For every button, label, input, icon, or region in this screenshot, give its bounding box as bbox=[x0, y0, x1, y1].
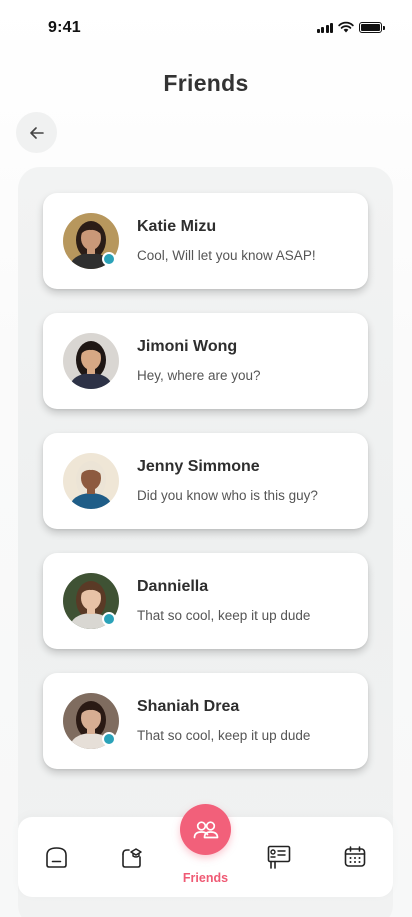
bottom-nav: Friends bbox=[18, 804, 393, 897]
avatar-photo bbox=[63, 333, 119, 389]
nav-friends-label: Friends bbox=[182, 871, 229, 885]
back-button[interactable] bbox=[16, 112, 57, 153]
nav-board[interactable] bbox=[266, 844, 292, 870]
friend-card[interactable]: Shaniah Drea That so cool, keep it up dud… bbox=[43, 673, 368, 769]
friend-message: Did you know who is this guy? bbox=[137, 488, 318, 503]
friend-card[interactable]: Jenny Simmone Did you know who is this gu… bbox=[43, 433, 368, 529]
board-icon bbox=[267, 845, 291, 869]
calendar-icon bbox=[344, 846, 366, 867]
battery-icon bbox=[359, 21, 385, 33]
friend-name: Danniella bbox=[137, 578, 209, 595]
friend-message: Hey, where are you? bbox=[137, 368, 261, 383]
online-status-dot bbox=[102, 732, 116, 746]
page-title: Friends bbox=[163, 70, 249, 96]
friend-card[interactable]: Jimoni Wong Hey, where are you? bbox=[43, 313, 368, 409]
store-icon bbox=[121, 847, 142, 868]
signal-icon bbox=[316, 22, 333, 33]
friend-message: That so cool, keep it up dude bbox=[137, 728, 311, 743]
status-icons bbox=[316, 21, 385, 33]
nav-calendar[interactable] bbox=[342, 844, 368, 870]
friends-icon bbox=[193, 820, 218, 838]
nav-friends-button[interactable] bbox=[180, 804, 231, 855]
avatar bbox=[63, 333, 119, 389]
friend-message: Cool, Will let you know ASAP! bbox=[137, 248, 316, 263]
arrow-left-icon bbox=[29, 126, 44, 139]
avatar-photo bbox=[63, 453, 119, 509]
friend-name: Shaniah Drea bbox=[137, 698, 240, 715]
status-bar: 9:41 bbox=[0, 0, 412, 56]
friend-name: Katie Mizu bbox=[137, 218, 217, 235]
avatar bbox=[63, 453, 119, 509]
online-status-dot bbox=[102, 252, 116, 266]
nav-home[interactable] bbox=[43, 844, 69, 870]
online-status-dot bbox=[102, 612, 116, 626]
home-icon bbox=[45, 846, 67, 868]
nav-store[interactable] bbox=[118, 844, 144, 870]
friend-card[interactable]: Danniella That so cool, keep it up dude bbox=[43, 553, 368, 649]
status-time: 9:41 bbox=[48, 19, 81, 36]
friend-card[interactable]: Katie Mizu Cool, Will let you know ASAP! bbox=[43, 193, 368, 289]
friend-name: Jimoni Wong bbox=[137, 338, 238, 355]
friend-message: That so cool, keep it up dude bbox=[137, 608, 311, 623]
wifi-icon bbox=[338, 21, 354, 33]
friend-name: Jenny Simmone bbox=[137, 458, 260, 475]
